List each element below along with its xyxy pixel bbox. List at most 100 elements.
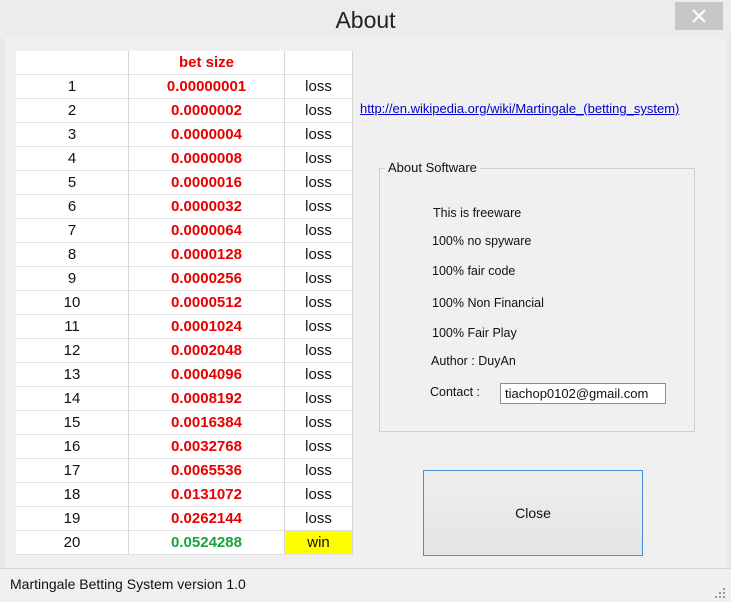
table-row: 16 0.0032768 loss: [16, 434, 353, 459]
table-row: 11 0.0001024 loss: [16, 314, 353, 339]
bet-table: bet size 1 0.00000001 loss 2 0.0000002 loss 3 0…: [16, 51, 353, 555]
bet-size-value: 0.0065536: [128, 458, 285, 483]
result-value: loss: [284, 170, 353, 195]
contact-field[interactable]: tiachop0102@gmail.com: [500, 383, 666, 404]
bet-size-value: 0.0000004: [128, 122, 285, 147]
bet-size-value: 0.0000032: [128, 194, 285, 219]
result-value: loss: [284, 386, 353, 411]
result-value: loss: [284, 122, 353, 147]
resize-grip-icon[interactable]: [713, 586, 725, 598]
result-value: loss: [284, 146, 353, 171]
group-title: About Software: [385, 160, 480, 175]
table-row: 1 0.00000001 loss: [16, 74, 353, 99]
table-row: 8 0.0000128 loss: [16, 242, 353, 267]
bet-size-value: 0.0000512: [128, 290, 285, 315]
bet-size-value: 0.0000016: [128, 170, 285, 195]
row-number: 5: [16, 170, 129, 195]
table-row: 5 0.0000016 loss: [16, 170, 353, 195]
result-value: loss: [284, 290, 353, 315]
result-value: loss: [284, 458, 353, 483]
bet-size-value: 0.0131072: [128, 482, 285, 507]
table-row: 15 0.0016384 loss: [16, 410, 353, 435]
table-row: 13 0.0004096 loss: [16, 362, 353, 387]
table-row: 6 0.0000032 loss: [16, 194, 353, 219]
bet-size-value: 0.0524288: [128, 530, 285, 555]
bet-size-value: 0.0000008: [128, 146, 285, 171]
row-number: 8: [16, 242, 129, 267]
row-number: 17: [16, 458, 129, 483]
result-value: loss: [284, 410, 353, 435]
spyware-label: 100% no spyware: [432, 234, 532, 248]
row-number: 12: [16, 338, 129, 363]
bet-size-value: 0.0000256: [128, 266, 285, 291]
table-row: 14 0.0008192 loss: [16, 386, 353, 411]
table-row: 2 0.0000002 loss: [16, 98, 353, 123]
result-value: loss: [284, 314, 353, 339]
fair-code-label: 100% fair code: [432, 264, 516, 278]
window-title: About: [335, 7, 396, 33]
table-row: 7 0.0000064 loss: [16, 218, 353, 243]
result-value: loss: [284, 266, 353, 291]
header-result: [284, 51, 353, 75]
contact-label: Contact :: [430, 385, 481, 399]
table-row: 18 0.0131072 loss: [16, 482, 353, 507]
table-row: 20 0.0524288 win: [16, 530, 353, 555]
bet-size-value: 0.00000001: [128, 74, 285, 99]
row-number: 4: [16, 146, 129, 171]
result-value: loss: [284, 362, 353, 387]
row-number: 14: [16, 386, 129, 411]
bet-size-value: 0.0262144: [128, 506, 285, 531]
table-row: 10 0.0000512 loss: [16, 290, 353, 315]
non-financial-label: 100% Non Financial: [432, 296, 544, 310]
title-bar: About: [0, 0, 731, 38]
table-row: 9 0.0000256 loss: [16, 266, 353, 291]
row-number: 1: [16, 74, 129, 99]
result-value: loss: [284, 194, 353, 219]
table-row: 4 0.0000008 loss: [16, 146, 353, 171]
status-bar: Martingale Betting System version 1.0: [0, 568, 731, 602]
row-number: 3: [16, 122, 129, 147]
result-value: loss: [284, 74, 353, 99]
fair-play-label: 100% Fair Play: [432, 326, 517, 340]
bet-size-value: 0.0000064: [128, 218, 285, 243]
row-number: 10: [16, 290, 129, 315]
result-value: loss: [284, 506, 353, 531]
row-number: 13: [16, 362, 129, 387]
author-label: Author : DuyAn: [431, 354, 516, 368]
result-value: win: [284, 530, 353, 555]
table-header-row: bet size: [16, 51, 353, 75]
status-text: Martingale Betting System version 1.0: [10, 576, 246, 592]
table-row: 12 0.0002048 loss: [16, 338, 353, 363]
table-row: 3 0.0000004 loss: [16, 122, 353, 147]
bet-size-value: 0.0000128: [128, 242, 285, 267]
result-value: loss: [284, 218, 353, 243]
close-icon: [692, 9, 706, 23]
result-value: loss: [284, 434, 353, 459]
table-row: 19 0.0262144 loss: [16, 506, 353, 531]
row-number: 15: [16, 410, 129, 435]
bet-size-value: 0.0032768: [128, 434, 285, 459]
bet-size-value: 0.0008192: [128, 386, 285, 411]
row-number: 9: [16, 266, 129, 291]
row-number: 20: [16, 530, 129, 555]
freeware-label: This is freeware: [433, 206, 522, 220]
result-value: loss: [284, 242, 353, 267]
row-number: 16: [16, 434, 129, 459]
row-number: 6: [16, 194, 129, 219]
martingale-link[interactable]: http://en.wikipedia.org/wiki/Martingale_…: [360, 101, 679, 116]
bet-size-value: 0.0001024: [128, 314, 285, 339]
close-button[interactable]: Close: [423, 470, 643, 556]
result-value: loss: [284, 482, 353, 507]
row-number: 2: [16, 98, 129, 123]
row-number: 11: [16, 314, 129, 339]
header-number: [16, 51, 129, 75]
row-number: 7: [16, 218, 129, 243]
row-number: 18: [16, 482, 129, 507]
window-close-button[interactable]: [675, 2, 723, 30]
table-row: 17 0.0065536 loss: [16, 458, 353, 483]
bet-size-value: 0.0004096: [128, 362, 285, 387]
result-value: loss: [284, 98, 353, 123]
bet-size-value: 0.0002048: [128, 338, 285, 363]
header-bet-size: bet size: [128, 51, 285, 75]
result-value: loss: [284, 338, 353, 363]
